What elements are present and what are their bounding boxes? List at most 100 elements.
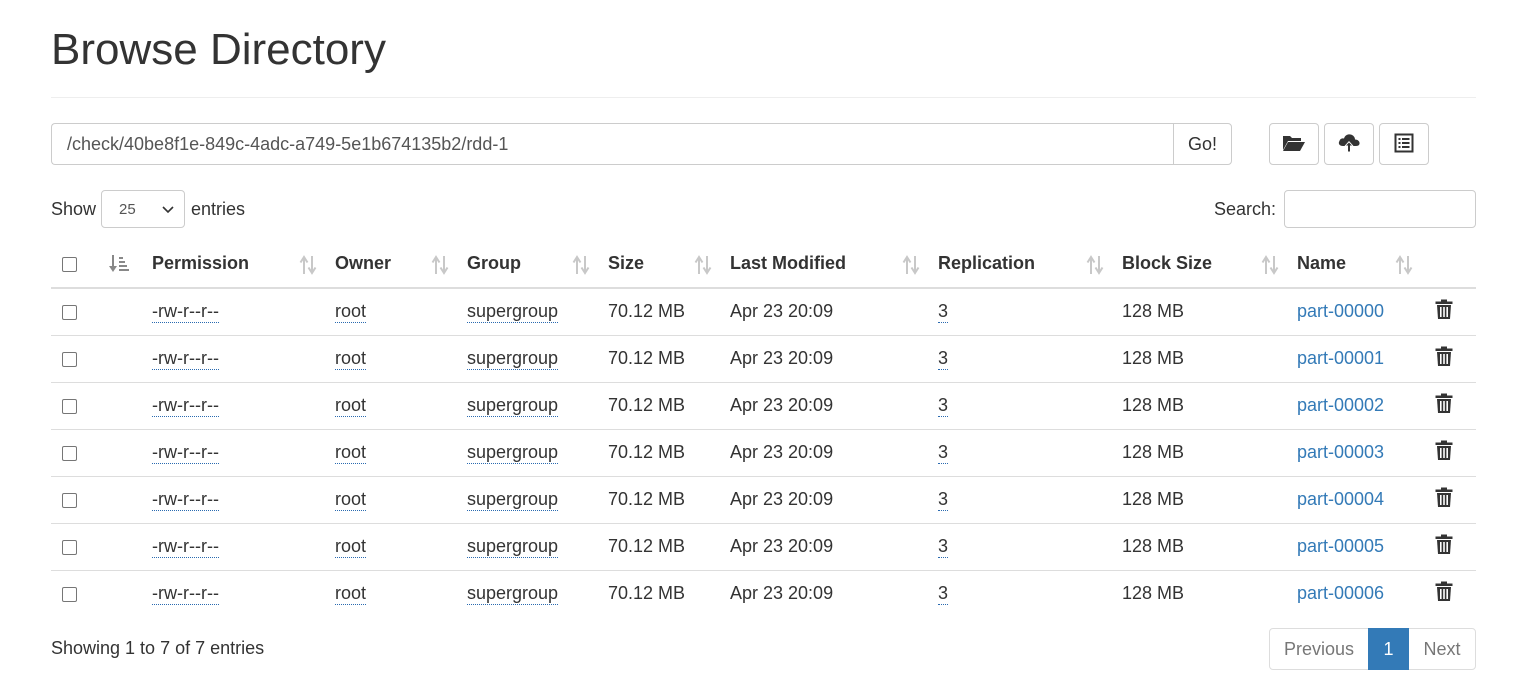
trash-icon[interactable] bbox=[1435, 440, 1453, 466]
create-directory-button[interactable] bbox=[1269, 123, 1319, 165]
name-cell: part-00004 bbox=[1289, 475, 1423, 523]
row-checkbox[interactable] bbox=[62, 492, 77, 508]
permission-value[interactable]: -rw-r--r-- bbox=[152, 442, 219, 464]
upload-files-button[interactable] bbox=[1324, 123, 1374, 165]
permission-value[interactable]: -rw-r--r-- bbox=[152, 536, 219, 558]
trash-icon[interactable] bbox=[1435, 393, 1453, 419]
row-checkbox[interactable] bbox=[62, 351, 77, 367]
file-name-link[interactable]: part-00000 bbox=[1297, 301, 1384, 321]
search-label: Search: bbox=[1213, 198, 1276, 219]
replication-value[interactable]: 3 bbox=[938, 536, 949, 558]
entries-per-page-select[interactable]: 25 bbox=[101, 190, 186, 228]
group-value[interactable]: supergroup bbox=[467, 442, 559, 464]
go-button[interactable]: Go! bbox=[1173, 123, 1232, 165]
trash-icon[interactable] bbox=[1435, 534, 1453, 560]
row-checkbox[interactable] bbox=[62, 305, 77, 320]
row-checkbox[interactable] bbox=[62, 587, 77, 602]
table-header-row: Permission Owner Group Size Last Modifie… bbox=[51, 240, 1476, 289]
path-bar: Go! bbox=[51, 123, 1232, 165]
column-header-block-size[interactable]: Block Size bbox=[1114, 240, 1289, 289]
column-header-group[interactable]: Group bbox=[459, 240, 600, 289]
previous-page-button[interactable]: Previous bbox=[1269, 628, 1369, 670]
trash-icon[interactable] bbox=[1435, 581, 1453, 607]
name-cell: part-00003 bbox=[1289, 428, 1423, 476]
block-size-cell: 128 MB bbox=[1114, 334, 1289, 382]
group-cell: supergroup bbox=[459, 428, 600, 476]
permission-value[interactable]: -rw-r--r-- bbox=[152, 395, 219, 417]
permission-cell: -rw-r--r-- bbox=[144, 569, 327, 617]
page-1-button[interactable]: 1 bbox=[1368, 628, 1409, 670]
owner-value[interactable]: root bbox=[335, 583, 367, 606]
replication-value[interactable]: 3 bbox=[938, 348, 949, 370]
owner-value[interactable]: root bbox=[335, 301, 367, 324]
column-header-name[interactable]: Name bbox=[1289, 240, 1423, 289]
replication-value[interactable]: 3 bbox=[938, 442, 949, 464]
group-value[interactable]: supergroup bbox=[467, 395, 559, 417]
table-row: -rw-r--r-- root supergroup 70.12 MB Apr … bbox=[51, 288, 1476, 335]
group-value[interactable]: supergroup bbox=[467, 348, 559, 370]
column-header-owner[interactable]: Owner bbox=[327, 240, 459, 289]
replication-value[interactable]: 3 bbox=[938, 395, 949, 417]
replication-cell: 3 bbox=[930, 522, 1114, 570]
owner-value[interactable]: root bbox=[335, 348, 367, 370]
block-size-cell: 128 MB bbox=[1122, 301, 1185, 322]
sort-icon bbox=[1395, 255, 1413, 280]
group-value[interactable]: supergroup bbox=[467, 536, 559, 558]
permission-cell: -rw-r--r-- bbox=[144, 381, 327, 429]
file-name-link[interactable]: part-00004 bbox=[1297, 489, 1384, 509]
file-table-body: -rw-r--r-- root supergroup 70.12 MB Apr … bbox=[51, 288, 1476, 617]
group-cell: supergroup bbox=[459, 522, 600, 570]
permission-value[interactable]: -rw-r--r-- bbox=[152, 583, 219, 606]
row-checkbox[interactable] bbox=[62, 398, 77, 414]
row-index-cell bbox=[100, 475, 144, 523]
row-checkbox[interactable] bbox=[62, 445, 77, 461]
next-page-button[interactable]: Next bbox=[1408, 628, 1476, 670]
column-header-permission[interactable]: Permission bbox=[144, 240, 327, 289]
sort-icon bbox=[572, 255, 590, 280]
row-index-cell bbox=[100, 569, 144, 617]
file-name-link[interactable]: part-00003 bbox=[1297, 442, 1384, 462]
group-value[interactable]: supergroup bbox=[467, 489, 559, 511]
owner-value[interactable]: root bbox=[335, 395, 367, 417]
group-value[interactable]: supergroup bbox=[467, 583, 559, 606]
row-select-cell bbox=[51, 522, 100, 570]
select-all-checkbox[interactable] bbox=[62, 256, 77, 272]
page-title: Browse Directory bbox=[51, 25, 386, 74]
last-modified-cell: Apr 23 20:09 bbox=[722, 475, 930, 523]
size-cell: 70.12 MB bbox=[600, 334, 722, 382]
trash-icon[interactable] bbox=[1435, 487, 1453, 513]
group-value[interactable]: supergroup bbox=[467, 301, 559, 324]
row-checkbox[interactable] bbox=[62, 539, 77, 555]
directory-toolbar bbox=[1269, 123, 1429, 165]
permission-cell: -rw-r--r-- bbox=[144, 428, 327, 476]
permission-value[interactable]: -rw-r--r-- bbox=[152, 348, 219, 370]
owner-cell: root bbox=[327, 522, 459, 570]
file-name-link[interactable]: part-00002 bbox=[1297, 395, 1384, 415]
permission-value[interactable]: -rw-r--r-- bbox=[152, 301, 219, 324]
cut-paste-button[interactable] bbox=[1379, 123, 1429, 165]
column-header-size[interactable]: Size bbox=[600, 240, 722, 289]
replication-value[interactable]: 3 bbox=[938, 301, 949, 324]
size-cell: 70.12 MB bbox=[600, 381, 722, 429]
column-label: Block Size bbox=[1122, 253, 1213, 273]
owner-value[interactable]: root bbox=[335, 489, 367, 511]
search-input[interactable] bbox=[1284, 190, 1476, 228]
owner-value[interactable]: root bbox=[335, 536, 367, 558]
trash-icon[interactable] bbox=[1435, 299, 1453, 325]
owner-value[interactable]: root bbox=[335, 442, 367, 464]
column-header-index[interactable] bbox=[100, 240, 144, 289]
column-header-replication[interactable]: Replication bbox=[930, 240, 1114, 289]
directory-path-input[interactable] bbox=[51, 123, 1173, 165]
file-name-link[interactable]: part-00001 bbox=[1297, 348, 1384, 368]
entries-label: entries bbox=[191, 198, 246, 219]
block-size-cell: 128 MB bbox=[1114, 522, 1289, 570]
permission-value[interactable]: -rw-r--r-- bbox=[152, 489, 219, 511]
column-header-last-modified[interactable]: Last Modified bbox=[722, 240, 930, 289]
show-label: Show bbox=[51, 198, 97, 219]
replication-value[interactable]: 3 bbox=[938, 583, 949, 606]
file-name-link[interactable]: part-00006 bbox=[1297, 583, 1384, 603]
trash-icon[interactable] bbox=[1435, 346, 1453, 372]
table-row: -rw-r--r-- root supergroup 70.12 MB Apr … bbox=[51, 334, 1476, 382]
file-name-link[interactable]: part-00005 bbox=[1297, 536, 1384, 556]
replication-value[interactable]: 3 bbox=[938, 489, 949, 511]
